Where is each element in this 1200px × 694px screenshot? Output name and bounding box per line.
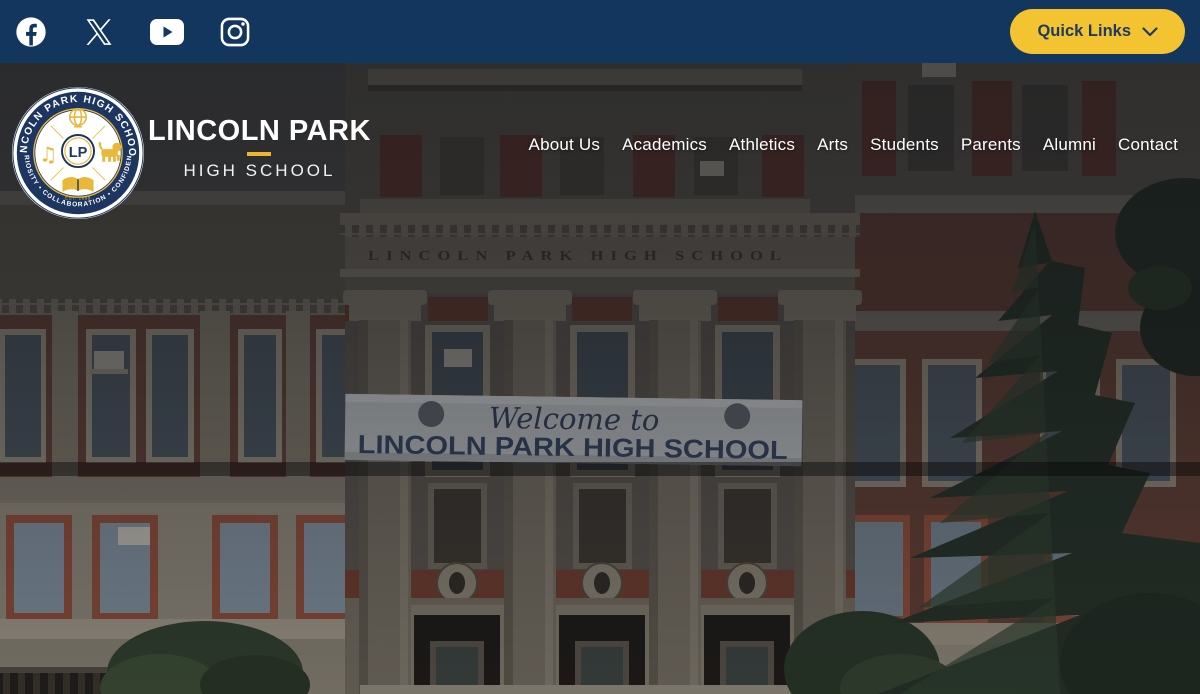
- seal-est-text: EST. 1899: [65, 196, 91, 201]
- nav-contact[interactable]: Contact: [1118, 135, 1178, 155]
- quick-links-label: Quick Links: [1037, 22, 1131, 41]
- instagram-link[interactable]: [218, 15, 252, 49]
- youtube-icon: [150, 19, 184, 45]
- nav-arts[interactable]: Arts: [817, 135, 848, 155]
- chevron-down-icon: [1142, 27, 1158, 37]
- nav-about-us[interactable]: About Us: [529, 135, 601, 155]
- main-navigation: About Us Academics Athletics Arts Studen…: [529, 135, 1178, 155]
- dark-overlay-band: [0, 462, 1200, 476]
- quick-links-button[interactable]: Quick Links: [1010, 9, 1185, 54]
- site-wordmark[interactable]: LINCOLN PARK HIGH SCHOOL: [148, 116, 371, 181]
- facebook-icon: [15, 16, 47, 48]
- youtube-link[interactable]: [150, 15, 184, 49]
- instagram-icon: [219, 16, 251, 48]
- x-twitter-link[interactable]: [82, 15, 116, 49]
- book-icon: [62, 177, 93, 192]
- music-icon: ♫: [39, 143, 57, 167]
- nav-students[interactable]: Students: [870, 135, 939, 155]
- wordmark-gold-divider: [247, 152, 271, 156]
- nav-parents[interactable]: Parents: [961, 135, 1021, 155]
- nav-alumni[interactable]: Alumni: [1043, 135, 1096, 155]
- facebook-link[interactable]: [14, 15, 48, 49]
- hero-section: LINCOLN PARK HIGH SCHOOL: [0, 63, 1200, 694]
- nav-athletics[interactable]: Athletics: [729, 135, 795, 155]
- social-links: [14, 15, 252, 49]
- wordmark-line2: HIGH SCHOOL: [148, 161, 371, 181]
- wordmark-line1: LINCOLN PARK: [148, 116, 371, 146]
- nav-academics[interactable]: Academics: [622, 135, 707, 155]
- x-twitter-icon: [84, 17, 114, 47]
- school-seal-logo[interactable]: LINCOLN PARK HIGH SCHOOL CURIOSITY • COL…: [10, 85, 146, 221]
- seal-monogram: LP: [69, 145, 88, 161]
- top-utility-bar: Quick Links: [0, 0, 1200, 63]
